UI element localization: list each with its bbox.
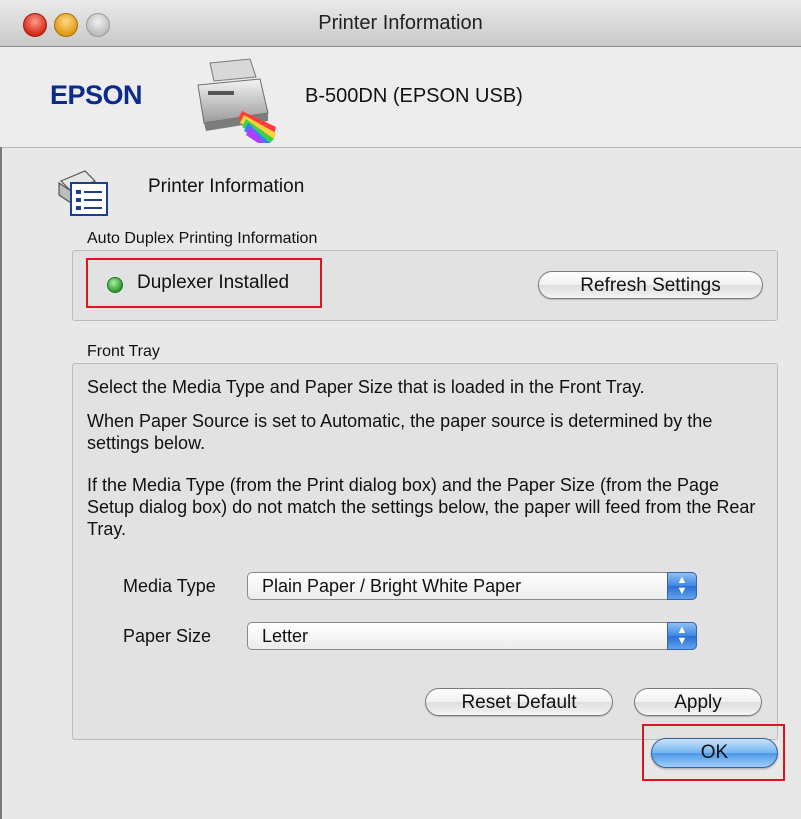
front-tray-description-3: If the Media Type (from the Print dialog… xyxy=(87,475,756,539)
select-arrows-icon: ▲ ▼ xyxy=(667,572,697,600)
printer-information-window: Printer Information EPSON B-500DN (EPSON… xyxy=(0,0,801,819)
section-title: Printer Information xyxy=(148,176,305,197)
front-tray-description-1: Select the Media Type and Paper Size tha… xyxy=(87,377,645,397)
media-type-value: Plain Paper / Bright White Paper xyxy=(262,576,522,596)
epson-logo: EPSON xyxy=(50,80,143,110)
title-bar[interactable]: Printer Information xyxy=(0,0,801,47)
window-title: Printer Information xyxy=(318,12,483,34)
window-edge xyxy=(0,147,2,819)
paper-size-select[interactable]: Letter ▲ ▼ xyxy=(247,622,697,650)
duplex-status-highlight xyxy=(86,258,322,308)
apply-button[interactable]: Apply xyxy=(634,688,762,716)
ok-button[interactable]: OK xyxy=(651,738,778,768)
front-tray-description-2: When Paper Source is set to Automatic, t… xyxy=(87,411,713,453)
printer-info-icon xyxy=(58,170,108,216)
refresh-settings-button[interactable]: Refresh Settings xyxy=(538,271,763,299)
select-arrows-icon: ▲ ▼ xyxy=(667,622,697,650)
printer-model-label: B-500DN (EPSON USB) xyxy=(305,85,523,107)
printer-header: EPSON B-500DN (EPSON USB) xyxy=(0,47,801,148)
media-type-select[interactable]: Plain Paper / Bright White Paper ▲ ▼ xyxy=(247,572,697,600)
front-tray-group-label: Front Tray xyxy=(87,343,160,360)
media-type-label: Media Type xyxy=(123,576,216,596)
reset-default-button[interactable]: Reset Default xyxy=(425,688,613,716)
printer-icon xyxy=(197,58,276,143)
duplex-group-label: Auto Duplex Printing Information xyxy=(87,230,318,247)
paper-size-value: Letter xyxy=(262,626,309,646)
paper-size-label: Paper Size xyxy=(123,626,212,646)
